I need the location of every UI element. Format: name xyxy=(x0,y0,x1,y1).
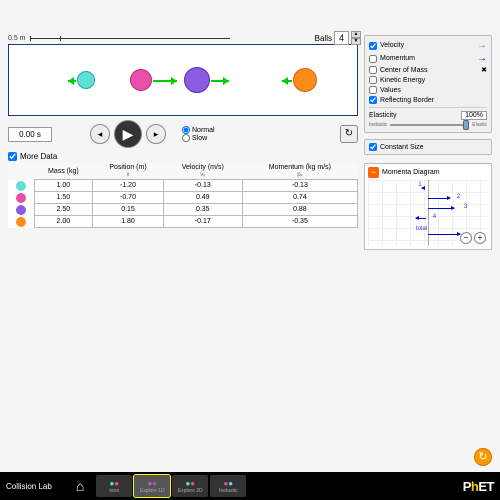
ruler-label: 0.5 m xyxy=(8,35,26,42)
mass-cell[interactable]: 2.50 xyxy=(34,204,93,216)
velocity-cell[interactable]: 0.49 xyxy=(163,192,242,204)
col-velocity: Velocity (m/s)vₓ xyxy=(163,163,242,180)
table-row: 1.00 -1.20 -0.13 -0.13 xyxy=(8,180,358,192)
elasticity-slider[interactable] xyxy=(390,124,469,126)
speed-normal[interactable]: Normal xyxy=(182,126,215,134)
opt-ke[interactable]: Kinetic Energy xyxy=(369,76,487,84)
ball-swatch xyxy=(16,217,26,227)
opt-reflecting[interactable]: Reflecting Border xyxy=(369,96,487,104)
ball-3[interactable] xyxy=(184,67,210,93)
arrow-green-icon: → xyxy=(477,40,487,51)
restart-button[interactable]: ↻ xyxy=(340,125,358,143)
balls-count: 4 xyxy=(334,31,349,45)
arrow-blue-icon: → xyxy=(477,53,487,64)
balls-label: Balls xyxy=(315,34,332,43)
speed-slow[interactable]: Slow xyxy=(182,134,215,142)
col-position: Position (m)x xyxy=(93,163,164,180)
position-cell[interactable]: -0.70 xyxy=(93,192,164,204)
options-panel: Velocity→ Momentum→ Center of Mass✖ Kine… xyxy=(364,35,492,133)
step-back-button[interactable]: ◂ xyxy=(90,124,110,144)
ball-1[interactable] xyxy=(77,71,95,89)
sim-title: Collision Lab xyxy=(6,482,52,491)
elasticity-value: 100% xyxy=(461,111,487,120)
tab-intro[interactable]: ●●Intro xyxy=(96,475,132,497)
position-cell[interactable]: 0.15 xyxy=(93,204,164,216)
col-mass: Mass (kg) xyxy=(34,163,93,180)
opt-constant-size[interactable]: Constant Size xyxy=(364,139,492,155)
mass-cell[interactable]: 1.50 xyxy=(34,192,93,204)
opt-values[interactable]: Values xyxy=(369,86,487,94)
momentum-cell: -0.35 xyxy=(242,216,357,228)
mass-cell[interactable]: 2.00 xyxy=(34,216,93,228)
ball-4[interactable] xyxy=(293,68,317,92)
table-row: 2.00 1.80 -0.17 -0.35 xyxy=(8,216,358,228)
data-table: Mass (kg) Position (m)x Velocity (m/s)vₓ… xyxy=(8,163,358,228)
opt-com[interactable]: Center of Mass✖ xyxy=(369,66,487,74)
momentum-cell: -0.13 xyxy=(242,180,357,192)
tab-inelastic[interactable]: ●●Inelastic xyxy=(210,475,246,497)
ball-swatch xyxy=(16,181,26,191)
position-cell[interactable]: 1.80 xyxy=(93,216,164,228)
x-icon: ✖ xyxy=(481,66,487,74)
ruler: 0.5 m xyxy=(8,35,358,42)
reset-all-button[interactable]: ↻ xyxy=(474,448,492,466)
ball-swatch xyxy=(16,205,26,215)
opt-velocity[interactable]: Velocity→ xyxy=(369,40,487,51)
zoom-in-button[interactable]: + xyxy=(474,232,486,244)
zoom-out-button[interactable]: − xyxy=(460,232,472,244)
col-momentum: Momentum (kg m/s)pₓ xyxy=(242,163,357,180)
home-button[interactable]: ⌂ xyxy=(76,478,84,494)
ball-2[interactable] xyxy=(130,69,152,91)
navbar: Collision Lab ⌂ ●●Intro●●Explore 1D●●Exp… xyxy=(0,472,500,500)
opt-momentum[interactable]: Momentum→ xyxy=(369,53,487,64)
momentum-cell: 0.88 xyxy=(242,204,357,216)
table-row: 1.50 -0.70 0.49 0.74 xyxy=(8,192,358,204)
ball-swatch xyxy=(16,193,26,203)
collapse-button[interactable]: − xyxy=(368,167,379,178)
mass-cell[interactable]: 1.00 xyxy=(34,180,93,192)
play-button[interactable]: ▶ xyxy=(114,120,142,148)
phet-logo[interactable]: PhET xyxy=(463,479,494,494)
momentum-cell: 0.74 xyxy=(242,192,357,204)
momenta-diagram: − Momenta Diagram 1 2 3 4 total − + xyxy=(364,163,492,250)
velocity-cell[interactable]: -0.17 xyxy=(163,216,242,228)
time-display: 0.00 s xyxy=(8,127,52,142)
tab-explore-2d[interactable]: ●●Explore 2D xyxy=(172,475,208,497)
collision-arena[interactable]: Balls 4 ▲▼ xyxy=(8,44,358,116)
velocity-cell[interactable]: -0.13 xyxy=(163,180,242,192)
velocity-cell[interactable]: 0.35 xyxy=(163,204,242,216)
table-row: 2.50 0.15 0.35 0.88 xyxy=(8,204,358,216)
more-data-checkbox[interactable]: More Data xyxy=(8,152,358,161)
step-forward-button[interactable]: ▸ xyxy=(146,124,166,144)
elasticity-label: Elasticity xyxy=(369,112,397,119)
balls-spinner[interactable]: ▲▼ xyxy=(351,31,361,45)
position-cell[interactable]: -1.20 xyxy=(93,180,164,192)
tab-explore-1d[interactable]: ●●Explore 1D xyxy=(134,475,170,497)
